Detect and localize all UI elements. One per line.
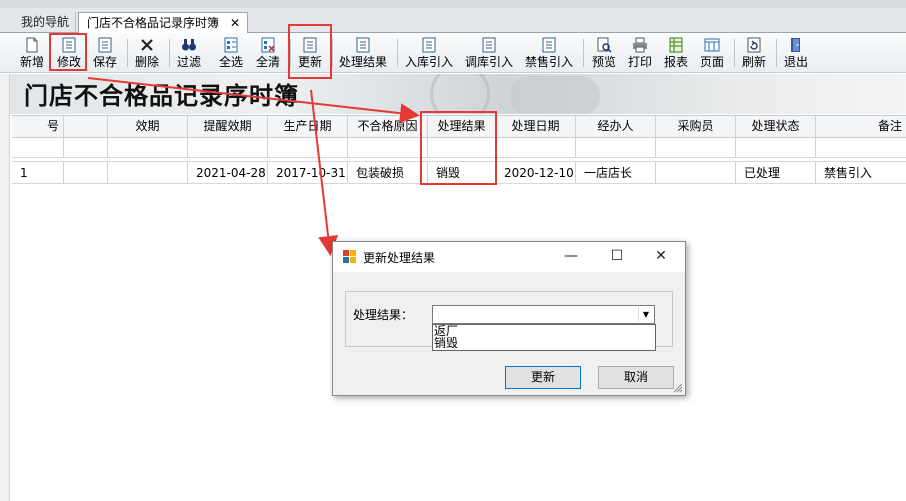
process-result-label: 处理结果： <box>353 308 414 322</box>
dialog-title: 更新处理结果 <box>363 251 436 265</box>
app-icon <box>343 250 356 263</box>
arrow-to-dialog <box>310 89 339 256</box>
dialog-titlebar: 更新处理结果 — ☐ ✕ <box>333 242 685 272</box>
close-icon[interactable]: ✕ <box>653 248 669 264</box>
process-result-select[interactable]: ▼ <box>432 305 655 324</box>
resize-grip-icon[interactable] <box>673 383 683 393</box>
maximize-icon[interactable]: ☐ <box>609 248 625 264</box>
update-result-dialog: 更新处理结果 — ☐ ✕ 处理结果： ▼ 返厂 销毁 更新 取消 <box>332 241 686 396</box>
arrow-to-result-column <box>87 77 420 124</box>
update-confirm-button[interactable]: 更新 <box>505 366 581 389</box>
option-return-to-factory[interactable]: 返厂 <box>433 325 655 337</box>
minimize-icon[interactable]: — <box>563 248 579 264</box>
chevron-down-icon[interactable]: ▼ <box>638 307 653 322</box>
cancel-button[interactable]: 取消 <box>598 366 674 389</box>
option-destroy[interactable]: 销毁 <box>433 337 655 349</box>
process-result-dropdown: 返厂 销毁 <box>432 324 656 351</box>
